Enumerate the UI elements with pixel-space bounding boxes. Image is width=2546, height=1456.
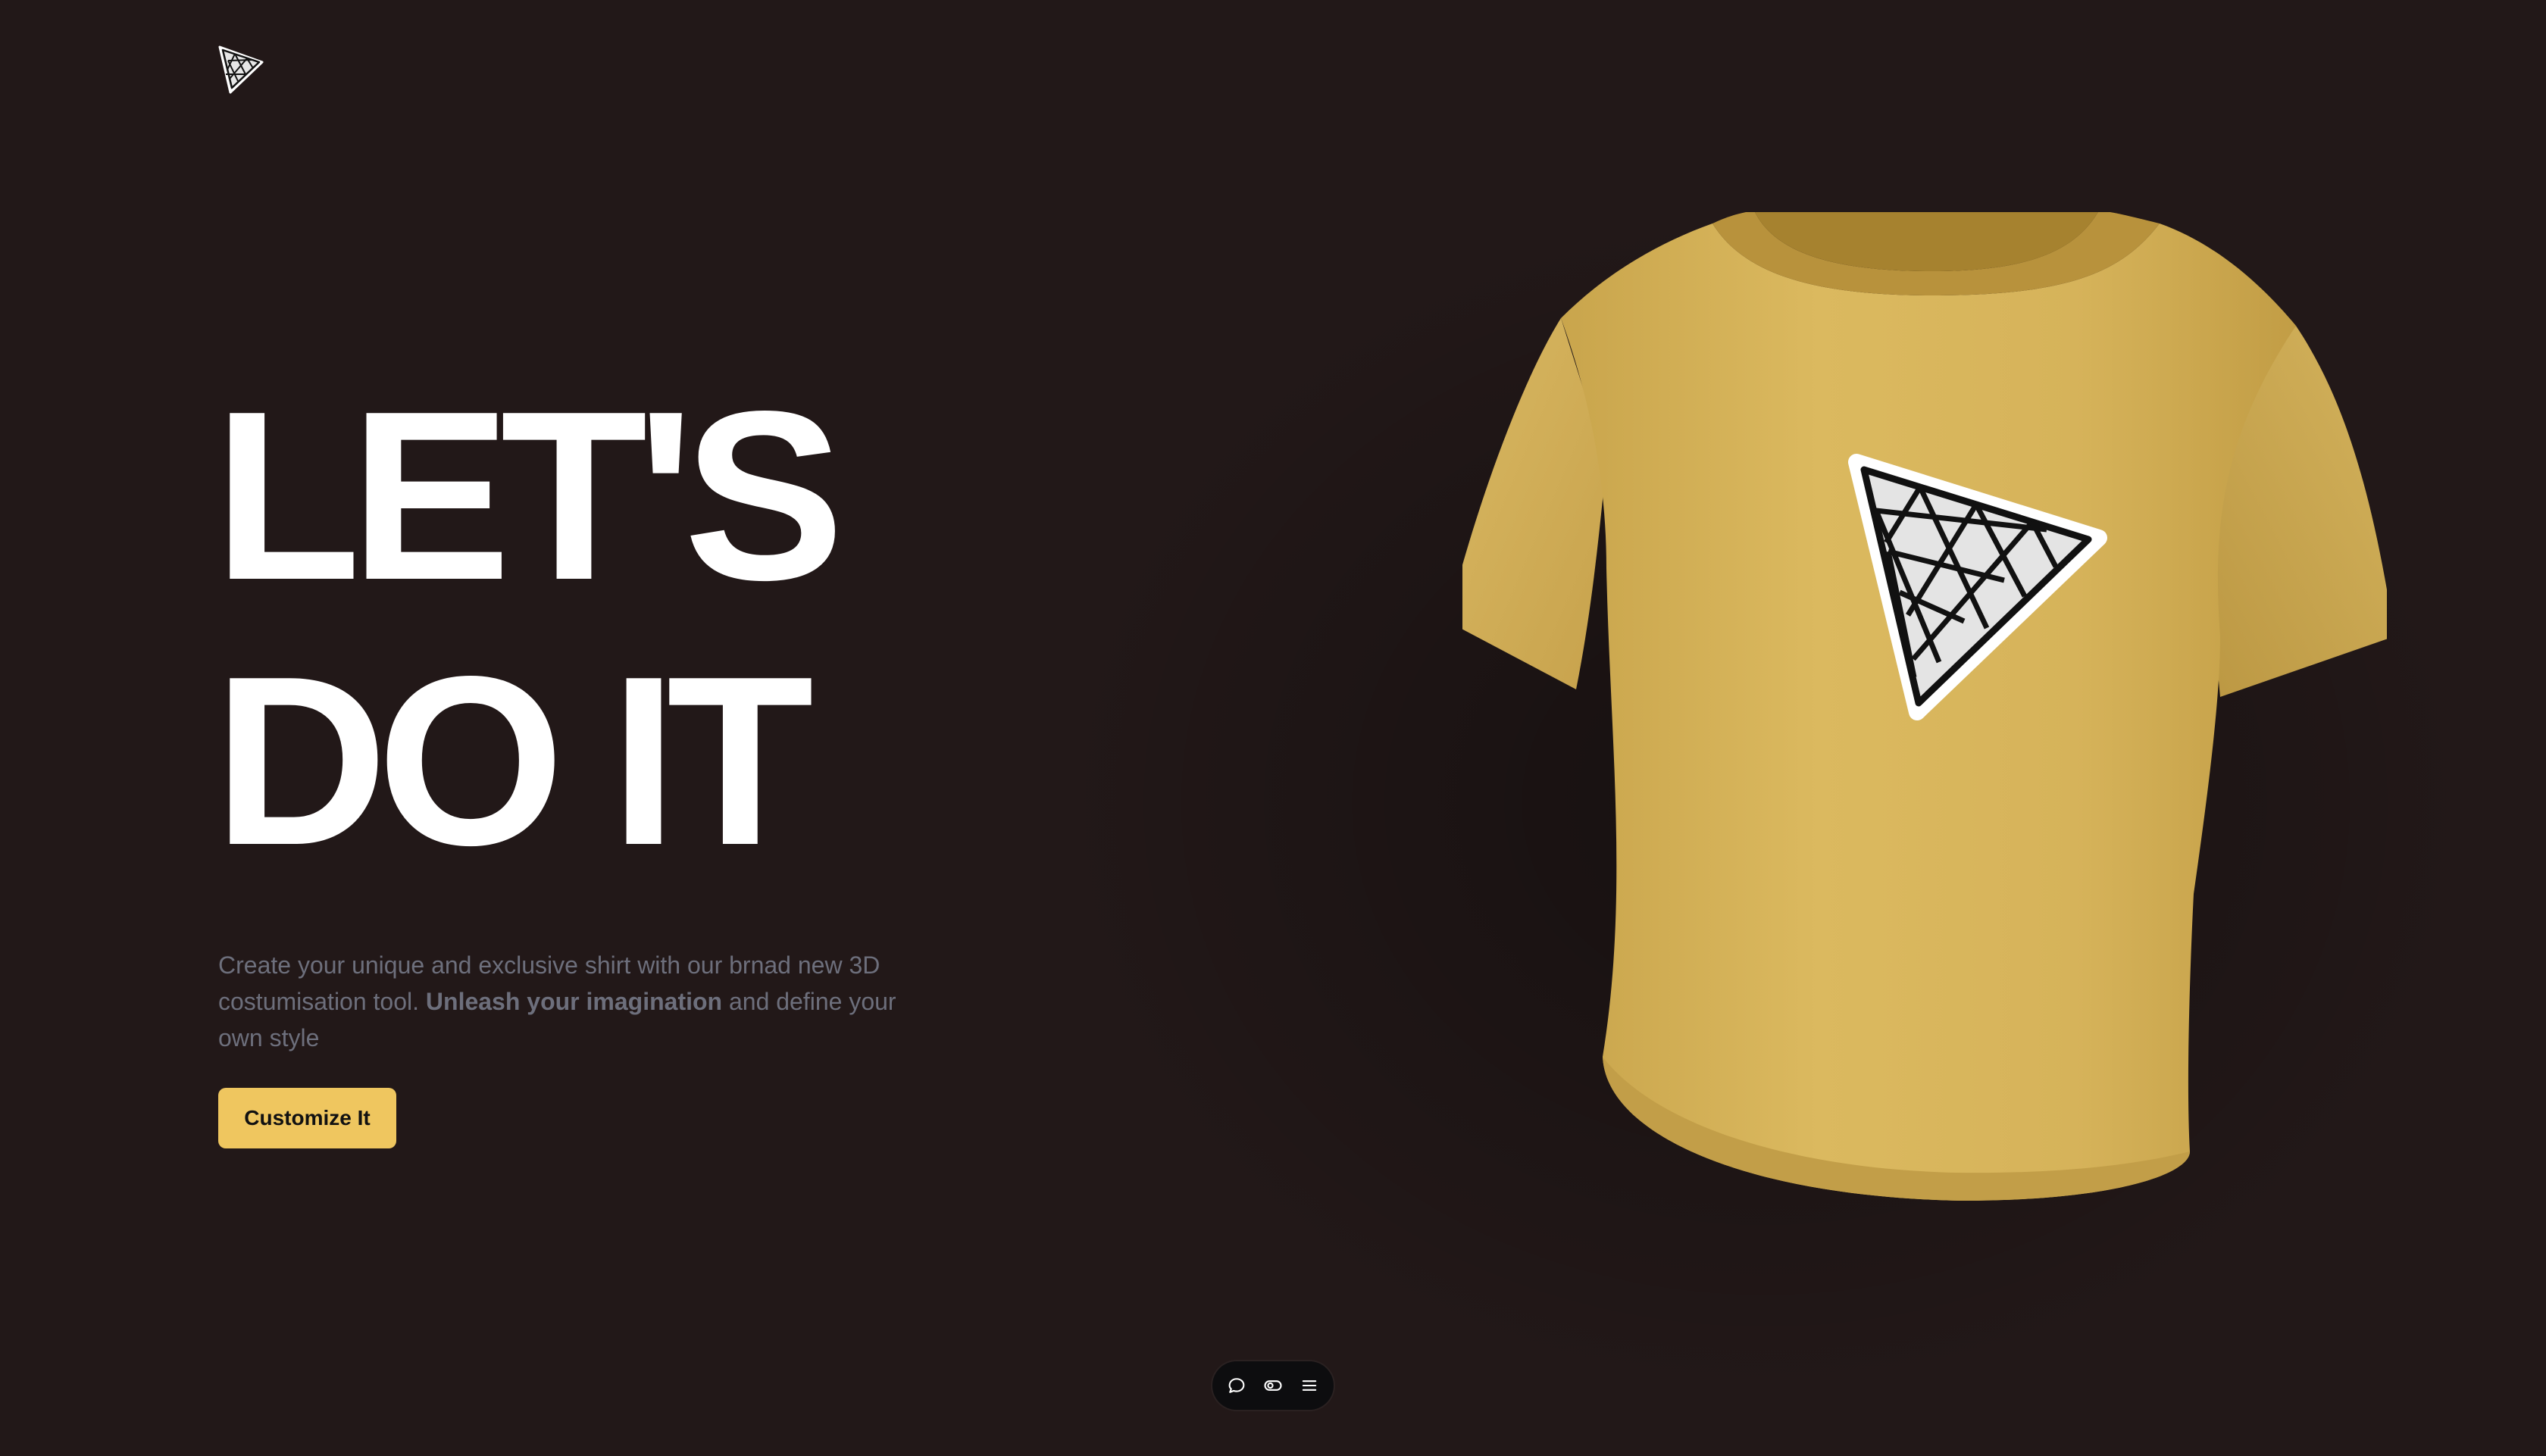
menu-button[interactable] [1296, 1373, 1322, 1398]
toggle-icon [1264, 1380, 1282, 1391]
chat-bubble-icon [1228, 1378, 1245, 1393]
tshirt-preview[interactable] [1447, 202, 2394, 1273]
menu-icon [1302, 1380, 1317, 1391]
headline-line-1: LET'S [214, 361, 844, 630]
hero-headline: LET'S DO IT [214, 361, 844, 895]
tshirt-image [1447, 202, 2394, 1201]
logo[interactable] [217, 44, 265, 95]
customize-it-button[interactable]: Customize It [218, 1088, 396, 1148]
description-bold-text: Unleash your imagination [425, 988, 723, 1015]
hero-description: Create your unique and exclusive shirt w… [218, 947, 900, 1056]
chat-button[interactable] [1224, 1373, 1250, 1398]
floating-toolbar [1212, 1361, 1334, 1410]
headline-line-2: DO IT [214, 626, 814, 895]
toggle-button[interactable] [1260, 1373, 1286, 1398]
triangle-mesh-logo-icon [218, 45, 264, 94]
